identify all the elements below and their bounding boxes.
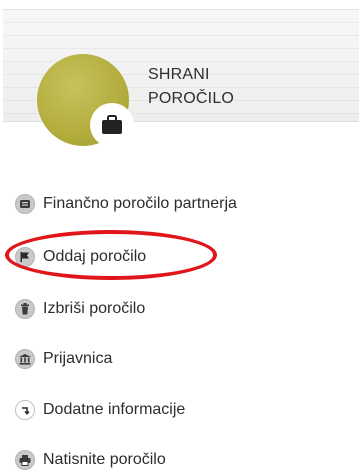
- save-report-title-line1: SHRANI: [148, 66, 210, 83]
- printer-icon: [15, 450, 35, 470]
- menu-item-submit-report[interactable]: Oddaj poročilo: [15, 243, 146, 271]
- save-report-panel[interactable]: SHRANI POROČILO: [3, 9, 359, 147]
- trash-icon: [15, 299, 35, 319]
- menu-item-print-report[interactable]: Natisnite poročilo: [15, 446, 166, 473]
- return-arrow-icon: [15, 400, 35, 420]
- menu-item-additional-info[interactable]: Dodatne informacije: [15, 396, 185, 424]
- menu-item-label: Izbriši poročilo: [43, 300, 146, 317]
- menu-item-label: Prijavnica: [43, 350, 113, 367]
- save-report-button[interactable]: [37, 54, 134, 147]
- menu-item-financial-report[interactable]: Finančno poročilo partnerja: [15, 190, 237, 218]
- bank-icon: [15, 349, 35, 369]
- flag-icon: [15, 247, 35, 267]
- document-icon: [15, 194, 35, 214]
- menu-item-label: Natisnite poročilo: [43, 451, 166, 468]
- menu-item-application-form[interactable]: Prijavnica: [15, 345, 112, 373]
- menu-item-label: Finančno poročilo partnerja: [43, 195, 237, 212]
- menu-item-label: Oddaj poročilo: [43, 248, 147, 265]
- save-report-title-line2: POROČILO: [148, 90, 235, 107]
- save-report-label[interactable]: SHRANI POROČILO: [148, 63, 234, 111]
- menu-item-delete-report[interactable]: Izbriši poročilo: [15, 295, 145, 323]
- briefcase-icon: [90, 103, 134, 147]
- menu-item-label: Dodatne informacije: [43, 401, 186, 418]
